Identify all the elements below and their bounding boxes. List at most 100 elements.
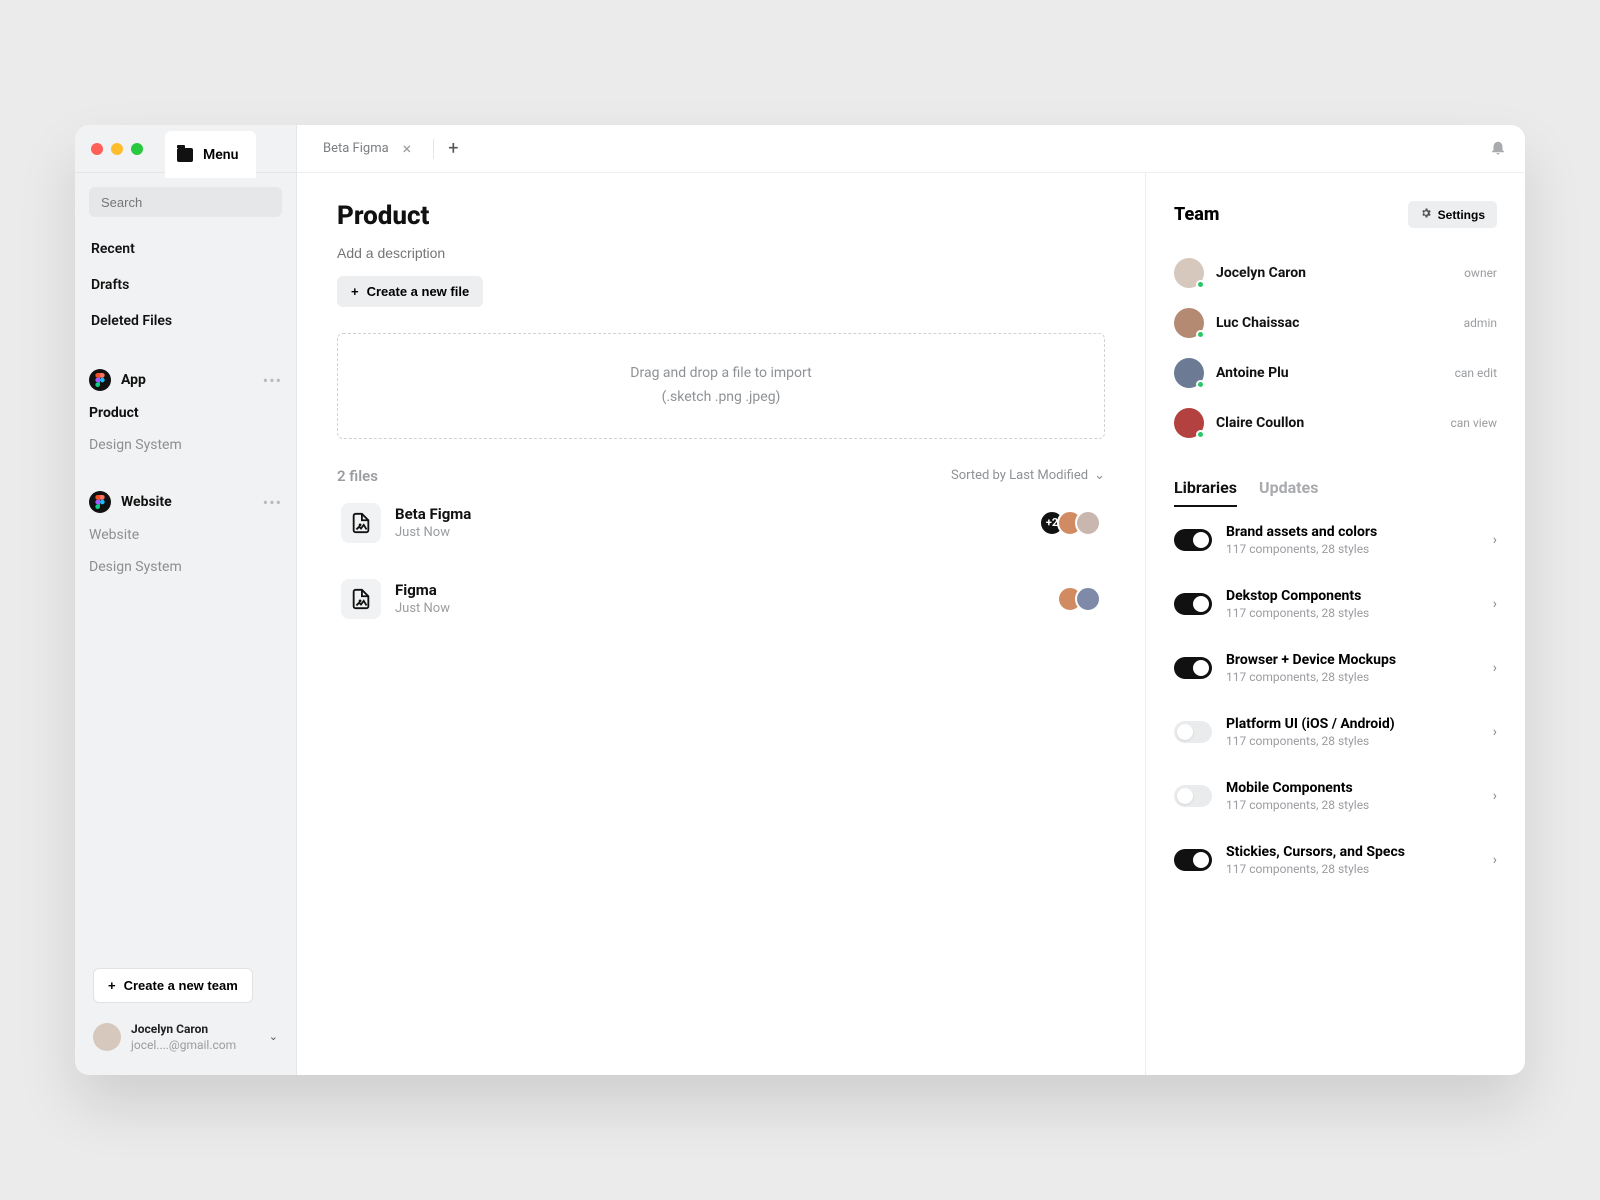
file-row[interactable]: Figma Just Now [337, 561, 1105, 637]
team-title: Team [1174, 204, 1219, 225]
settings-label: Settings [1438, 208, 1485, 222]
page: Product + Create a new file Drag and dro… [297, 173, 1145, 1075]
member-avatar [1174, 308, 1204, 338]
library-meta: 117 components, 28 styles [1226, 670, 1479, 684]
library-name: Dekstop Components [1226, 588, 1479, 604]
member-name: Antoine Plu [1216, 365, 1443, 381]
team-member-row[interactable]: Claire Coullon can view [1174, 398, 1497, 448]
new-tab-button[interactable]: + [448, 138, 458, 159]
more-icon[interactable]: ••• [263, 493, 282, 512]
minimize-window-button[interactable] [111, 143, 123, 155]
library-toggle[interactable] [1174, 849, 1212, 871]
plus-icon: + [108, 978, 116, 993]
figma-logo-icon [89, 369, 111, 391]
file-name: Beta Figma [395, 505, 1033, 523]
traffic-lights [91, 143, 143, 155]
user-menu[interactable]: Jocelyn Caron jocel....@gmail.com ⌄ [93, 1021, 278, 1065]
project-item[interactable]: Design System [89, 429, 282, 461]
notifications-icon[interactable] [1489, 138, 1507, 160]
library-text: Stickies, Cursors, and Specs 117 compone… [1226, 844, 1479, 876]
member-role: admin [1464, 316, 1497, 330]
tab-libraries[interactable]: Libraries [1174, 478, 1237, 507]
dropzone-hint: Drag and drop a file to import [348, 362, 1094, 386]
folder-icon [177, 148, 193, 162]
nav-recent[interactable]: Recent [89, 231, 282, 267]
member-avatar [1174, 358, 1204, 388]
chevron-right-icon[interactable]: › [1493, 532, 1497, 548]
library-toggle[interactable] [1174, 529, 1212, 551]
library-text: Dekstop Components 117 components, 28 st… [1226, 588, 1479, 620]
app-window: Menu Recent Drafts Deleted Files App •••… [75, 125, 1525, 1075]
library-name: Mobile Components [1226, 780, 1479, 796]
member-name: Luc Chaissac [1216, 315, 1452, 331]
team-member-row[interactable]: Luc Chaissac admin [1174, 298, 1497, 348]
sidebar: Menu Recent Drafts Deleted Files App •••… [75, 125, 297, 1075]
library-name: Brand assets and colors [1226, 524, 1479, 540]
file-icon [341, 503, 381, 543]
team-settings-button[interactable]: Settings [1408, 201, 1497, 228]
project-item[interactable]: Website [89, 519, 282, 551]
dropzone[interactable]: Drag and drop a file to import (.sketch … [337, 333, 1105, 439]
panel-tabs: Libraries Updates [1174, 478, 1497, 508]
file-timestamp: Just Now [395, 601, 1051, 616]
main: Beta Figma × + Product + Create a new fi… [297, 125, 1525, 1075]
sort-dropdown[interactable]: Sorted by Last Modified ⌄ [951, 468, 1105, 483]
create-file-button[interactable]: + Create a new file [337, 276, 483, 307]
library-toggle[interactable] [1174, 657, 1212, 679]
menu-tab[interactable]: Menu [165, 131, 256, 178]
user-avatar [93, 1023, 121, 1051]
chevron-right-icon[interactable]: › [1493, 852, 1497, 868]
project-item[interactable]: Product [89, 397, 282, 429]
close-window-button[interactable] [91, 143, 103, 155]
project-title: App [121, 372, 253, 388]
chevron-right-icon[interactable]: › [1493, 788, 1497, 804]
chevron-down-icon: ⌄ [269, 1030, 278, 1043]
library-row: Mobile Components 117 components, 28 sty… [1174, 764, 1497, 828]
file-tab-label: Beta Figma [323, 141, 389, 156]
page-title: Product [337, 201, 1105, 231]
more-icon[interactable]: ••• [263, 371, 282, 390]
tabbar: Beta Figma × + [297, 125, 1525, 173]
team-member-row[interactable]: Jocelyn Caron owner [1174, 248, 1497, 298]
library-meta: 117 components, 28 styles [1226, 542, 1479, 556]
member-role: can view [1450, 416, 1497, 430]
library-toggle[interactable] [1174, 721, 1212, 743]
library-text: Platform UI (iOS / Android) 117 componen… [1226, 716, 1479, 748]
library-row: Browser + Device Mockups 117 components,… [1174, 636, 1497, 700]
plus-icon: + [351, 284, 359, 299]
member-name: Claire Coullon [1216, 415, 1438, 431]
library-row: Stickies, Cursors, and Specs 117 compone… [1174, 828, 1497, 892]
file-timestamp: Just Now [395, 525, 1033, 540]
close-tab-icon[interactable]: × [403, 139, 412, 158]
maximize-window-button[interactable] [131, 143, 143, 155]
library-toggle[interactable] [1174, 785, 1212, 807]
library-name: Platform UI (iOS / Android) [1226, 716, 1479, 732]
file-tab[interactable]: Beta Figma × [315, 139, 419, 158]
library-meta: 117 components, 28 styles [1226, 862, 1479, 876]
member-name: Jocelyn Caron [1216, 265, 1452, 281]
nav-drafts[interactable]: Drafts [89, 267, 282, 303]
chevron-right-icon[interactable]: › [1493, 724, 1497, 740]
collaborator-avatar [1075, 586, 1101, 612]
project-header[interactable]: Website ••• [89, 485, 282, 519]
right-panel: Team Settings Jocelyn Caron owner Luc Ch… [1145, 173, 1525, 1075]
chevron-right-icon[interactable]: › [1493, 596, 1497, 612]
file-meta: Figma Just Now [395, 581, 1051, 616]
user-name: Jocelyn Caron [131, 1021, 259, 1037]
create-team-button[interactable]: + Create a new team [93, 968, 253, 1003]
file-name: Figma [395, 581, 1051, 599]
library-name: Stickies, Cursors, and Specs [1226, 844, 1479, 860]
online-status-icon [1196, 380, 1205, 389]
chevron-right-icon[interactable]: › [1493, 660, 1497, 676]
project-item[interactable]: Design System [89, 551, 282, 583]
library-toggle[interactable] [1174, 593, 1212, 615]
nav-deleted[interactable]: Deleted Files [89, 303, 282, 339]
tab-updates[interactable]: Updates [1259, 478, 1318, 507]
project-header[interactable]: App ••• [89, 363, 282, 397]
team-member-row[interactable]: Antoine Plu can edit [1174, 348, 1497, 398]
description-input[interactable] [337, 245, 1105, 261]
search-input[interactable] [89, 187, 282, 217]
library-meta: 117 components, 28 styles [1226, 734, 1479, 748]
avatar-stack: +2 [1047, 510, 1101, 536]
file-row[interactable]: Beta Figma Just Now +2 [337, 485, 1105, 561]
